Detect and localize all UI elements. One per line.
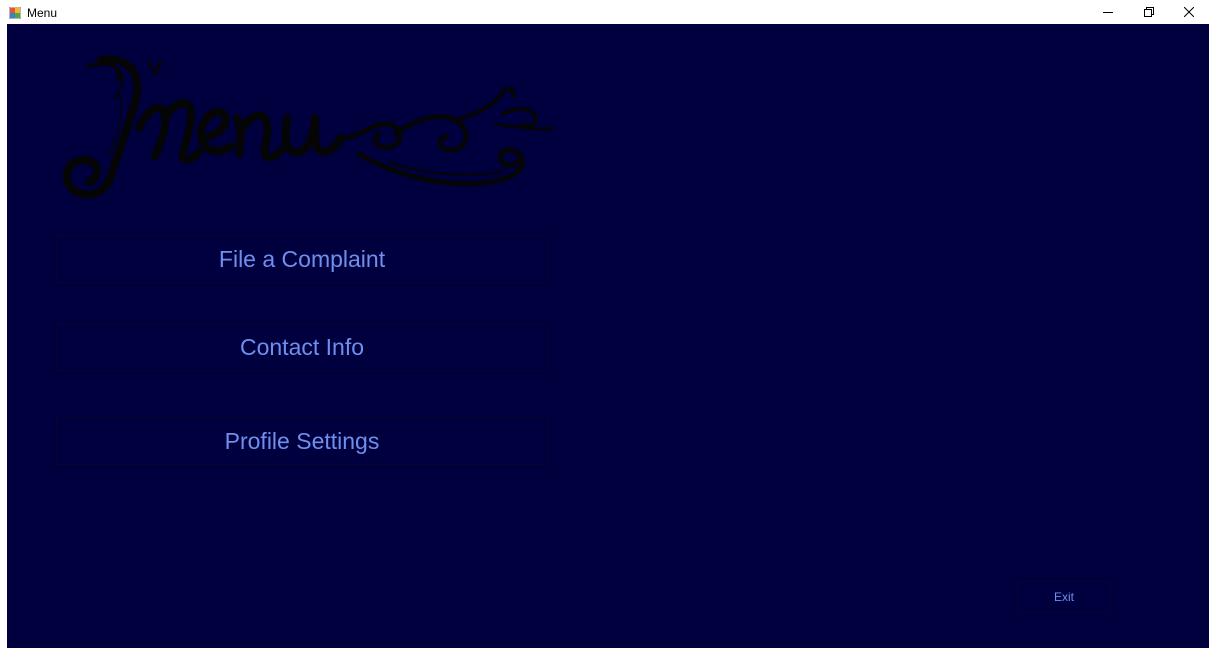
file-complaint-button[interactable]: File a Complaint: [56, 235, 548, 283]
contact-info-button[interactable]: Contact Info: [56, 323, 548, 371]
title-bar: Menu: [0, 0, 1209, 24]
restore-button[interactable]: [1129, 0, 1169, 24]
app-form-icon: [8, 6, 22, 20]
close-button[interactable]: [1169, 0, 1209, 24]
minimize-icon: [1103, 7, 1113, 17]
exit-button[interactable]: Exit: [1017, 581, 1111, 613]
profile-settings-button[interactable]: Profile Settings: [56, 417, 548, 465]
main-panel: File a Complaint Contact Info Profile Se…: [7, 24, 1209, 648]
close-icon: [1184, 7, 1194, 17]
menu-logo-icon: [59, 54, 559, 204]
restore-icon: [1144, 7, 1154, 17]
minimize-button[interactable]: [1088, 0, 1128, 24]
window-title: Menu: [27, 6, 58, 20]
